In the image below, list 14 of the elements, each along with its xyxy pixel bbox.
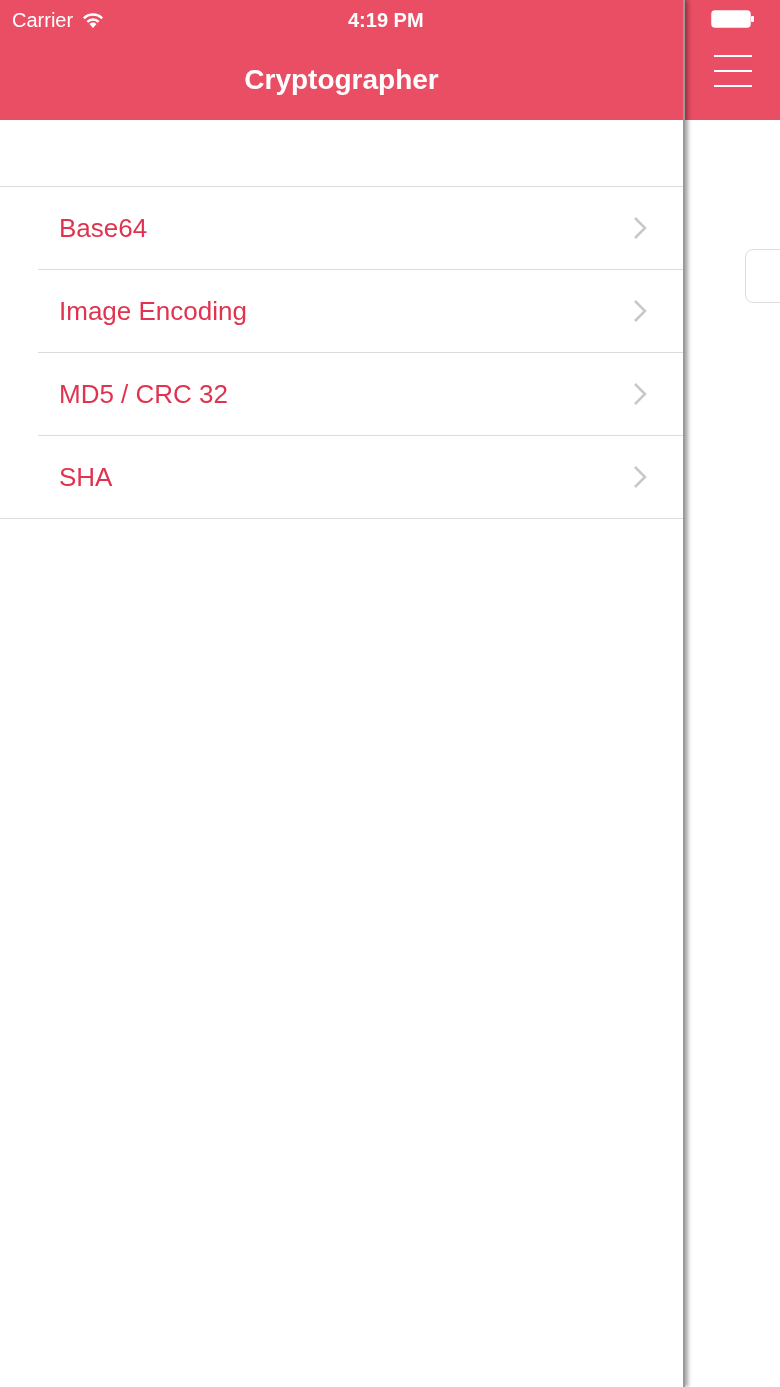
- chevron-icon: [633, 465, 647, 489]
- status-time: 4:19 PM: [348, 8, 424, 32]
- screen-title: Cryptographer: [244, 64, 439, 96]
- carrier-name: Carrier: [12, 8, 74, 32]
- menu-item[interactable]: SHA: [0, 436, 683, 519]
- wifi-icon: [81, 11, 106, 29]
- menu-item[interactable]: Image Encoding: [38, 270, 683, 353]
- menu-icon[interactable]: [713, 54, 752, 88]
- menu-item[interactable]: Base64: [38, 187, 683, 270]
- menu-item[interactable]: MD5 / CRC 32: [38, 353, 683, 436]
- chevron-icon: [633, 299, 647, 323]
- chevron-icon: [633, 216, 647, 240]
- battery-icon: [710, 9, 755, 29]
- chevron-icon: [633, 382, 647, 406]
